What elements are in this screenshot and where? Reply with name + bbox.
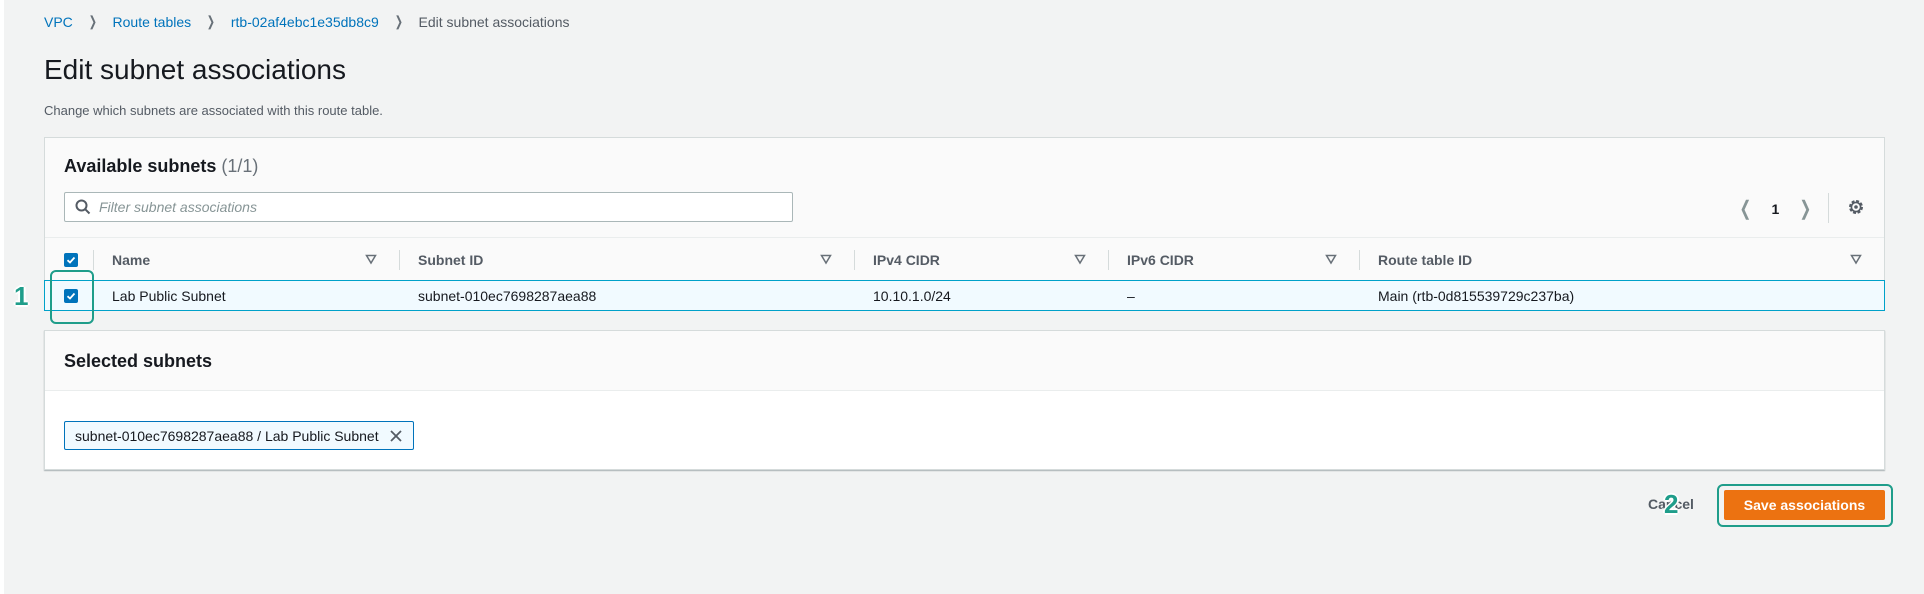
column-header-label: IPv4 CIDR: [873, 251, 940, 268]
table-header-row: Name Subnet ID IPv4 CIDR IPv6 CIDR Route…: [45, 238, 1884, 283]
column-header-ipv6[interactable]: IPv6 CIDR: [1108, 238, 1359, 283]
save-associations-button[interactable]: Save associations: [1724, 490, 1885, 520]
breadcrumb: VPC ❯ Route tables ❯ rtb-02af4ebc1e35db8…: [44, 13, 570, 30]
column-header-ipv4[interactable]: IPv4 CIDR: [854, 238, 1108, 283]
filter-input[interactable]: [99, 199, 779, 215]
available-subnets-header: Available subnets (1/1) ❮ 1 ❯: [45, 138, 1884, 238]
current-page-number[interactable]: 1: [1771, 201, 1779, 217]
page-description: Change which subnets are associated with…: [44, 103, 383, 118]
selected-subnet-token: subnet-010ec7698287aea88 / Lab Public Su…: [64, 421, 414, 450]
available-subnets-count: (1/1): [221, 156, 259, 176]
gear-icon[interactable]: [1847, 198, 1865, 216]
subnets-table-body: Lab Public Subnet subnet-010ec7698287aea…: [45, 281, 1884, 311]
selected-subnets-header: Selected subnets: [45, 331, 1884, 391]
column-header-route-table[interactable]: Route table ID: [1359, 238, 1884, 283]
breadcrumb-vpc[interactable]: VPC: [44, 14, 73, 30]
sort-down-icon[interactable]: [1074, 253, 1086, 265]
column-header-label: Subnet ID: [418, 251, 484, 268]
left-edge: [0, 0, 4, 594]
annotation-step-1: 1: [14, 281, 29, 311]
column-header-label: IPv6 CIDR: [1127, 251, 1194, 268]
next-page-icon[interactable]: ❯: [1800, 196, 1812, 221]
column-header-name[interactable]: Name: [93, 238, 399, 283]
cell-ipv6: –: [1127, 288, 1135, 304]
token-label: subnet-010ec7698287aea88 / Lab Public Su…: [75, 427, 379, 444]
sort-down-icon[interactable]: [1325, 253, 1337, 265]
selected-subnets-panel: Selected subnets subnet-010ec7698287aea8…: [44, 330, 1885, 470]
pagination-divider: [1828, 193, 1829, 223]
chevron-right-icon: ❯: [206, 13, 216, 29]
page-title: Edit subnet associations: [44, 54, 346, 85]
subnets-table: Name Subnet ID IPv4 CIDR IPv6 CIDR Route…: [45, 238, 1884, 283]
filter-field[interactable]: [64, 192, 793, 222]
table-row[interactable]: Lab Public Subnet subnet-010ec7698287aea…: [44, 280, 1885, 311]
previous-page-icon[interactable]: ❮: [1739, 196, 1751, 221]
cell-route-table-link[interactable]: Main (rtb-0d815539729c237ba): [1359, 281, 1884, 311]
chevron-right-icon: ❯: [88, 13, 97, 29]
checkmark-icon: [66, 256, 76, 264]
column-header-label: Name: [112, 251, 151, 268]
column-header-subnet-id[interactable]: Subnet ID: [399, 238, 854, 283]
cell-name: Lab Public Subnet: [112, 288, 226, 304]
breadcrumb-route-table-id[interactable]: rtb-02af4ebc1e35db8c9: [231, 14, 379, 30]
select-all-checkbox[interactable]: [64, 252, 78, 267]
cell-ipv4: 10.10.1.0/24: [873, 288, 951, 304]
annotation-highlight-checkbox: [50, 270, 94, 324]
cell-subnet-id-link[interactable]: subnet-010ec7698287aea88: [399, 281, 854, 311]
chevron-right-icon: ❯: [394, 13, 403, 29]
sort-down-icon[interactable]: [820, 253, 832, 265]
annotation-step-2: 2: [1664, 489, 1679, 519]
subnet-row[interactable]: Lab Public Subnet subnet-010ec7698287aea…: [45, 281, 1884, 311]
available-subnets-title-text: Available subnets: [64, 156, 217, 176]
selected-subnets-title: Selected subnets: [64, 351, 213, 371]
breadcrumb-current: Edit subnet associations: [418, 13, 570, 30]
pagination: ❮ 1 ❯: [1737, 196, 1814, 221]
close-icon[interactable]: [389, 429, 403, 443]
sort-down-icon[interactable]: [1850, 253, 1862, 265]
breadcrumb-route-tables[interactable]: Route tables: [113, 14, 192, 30]
available-subnets-title: Available subnets (1/1): [64, 156, 258, 177]
sort-down-icon[interactable]: [365, 253, 377, 265]
search-icon: [75, 199, 91, 215]
column-header-label: Route table ID: [1378, 251, 1473, 268]
